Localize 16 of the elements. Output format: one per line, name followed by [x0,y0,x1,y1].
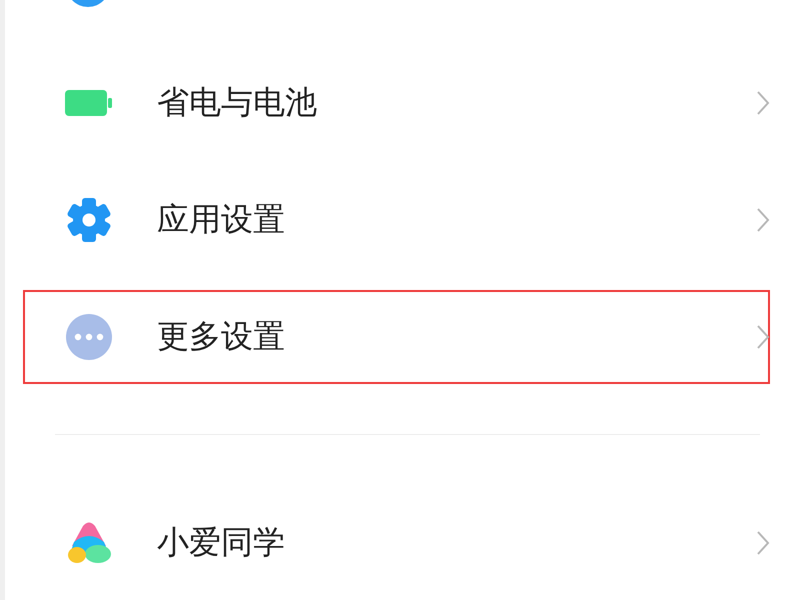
chevron-icon [756,90,770,116]
highlight-frame[interactable]: 更多设置 [23,290,770,384]
settings-row[interactable]: 小爱同学 [23,496,770,590]
chevron-icon [756,324,770,350]
settings-icon [66,197,112,243]
row-label: 小爱同学 [157,522,286,563]
row-label: 更多设置 [157,316,286,357]
assistant-icon [66,522,112,564]
row-label: 省电与电池 [157,82,318,123]
more-icon [66,314,112,360]
settings-row[interactable]: 应用设置 [23,173,770,267]
settings-row[interactable]: 省电与电池 [23,56,770,150]
battery-icon [65,90,113,116]
row-label: 应用设置 [157,199,286,240]
chevron-icon [756,207,770,233]
chevron-icon [756,530,770,556]
